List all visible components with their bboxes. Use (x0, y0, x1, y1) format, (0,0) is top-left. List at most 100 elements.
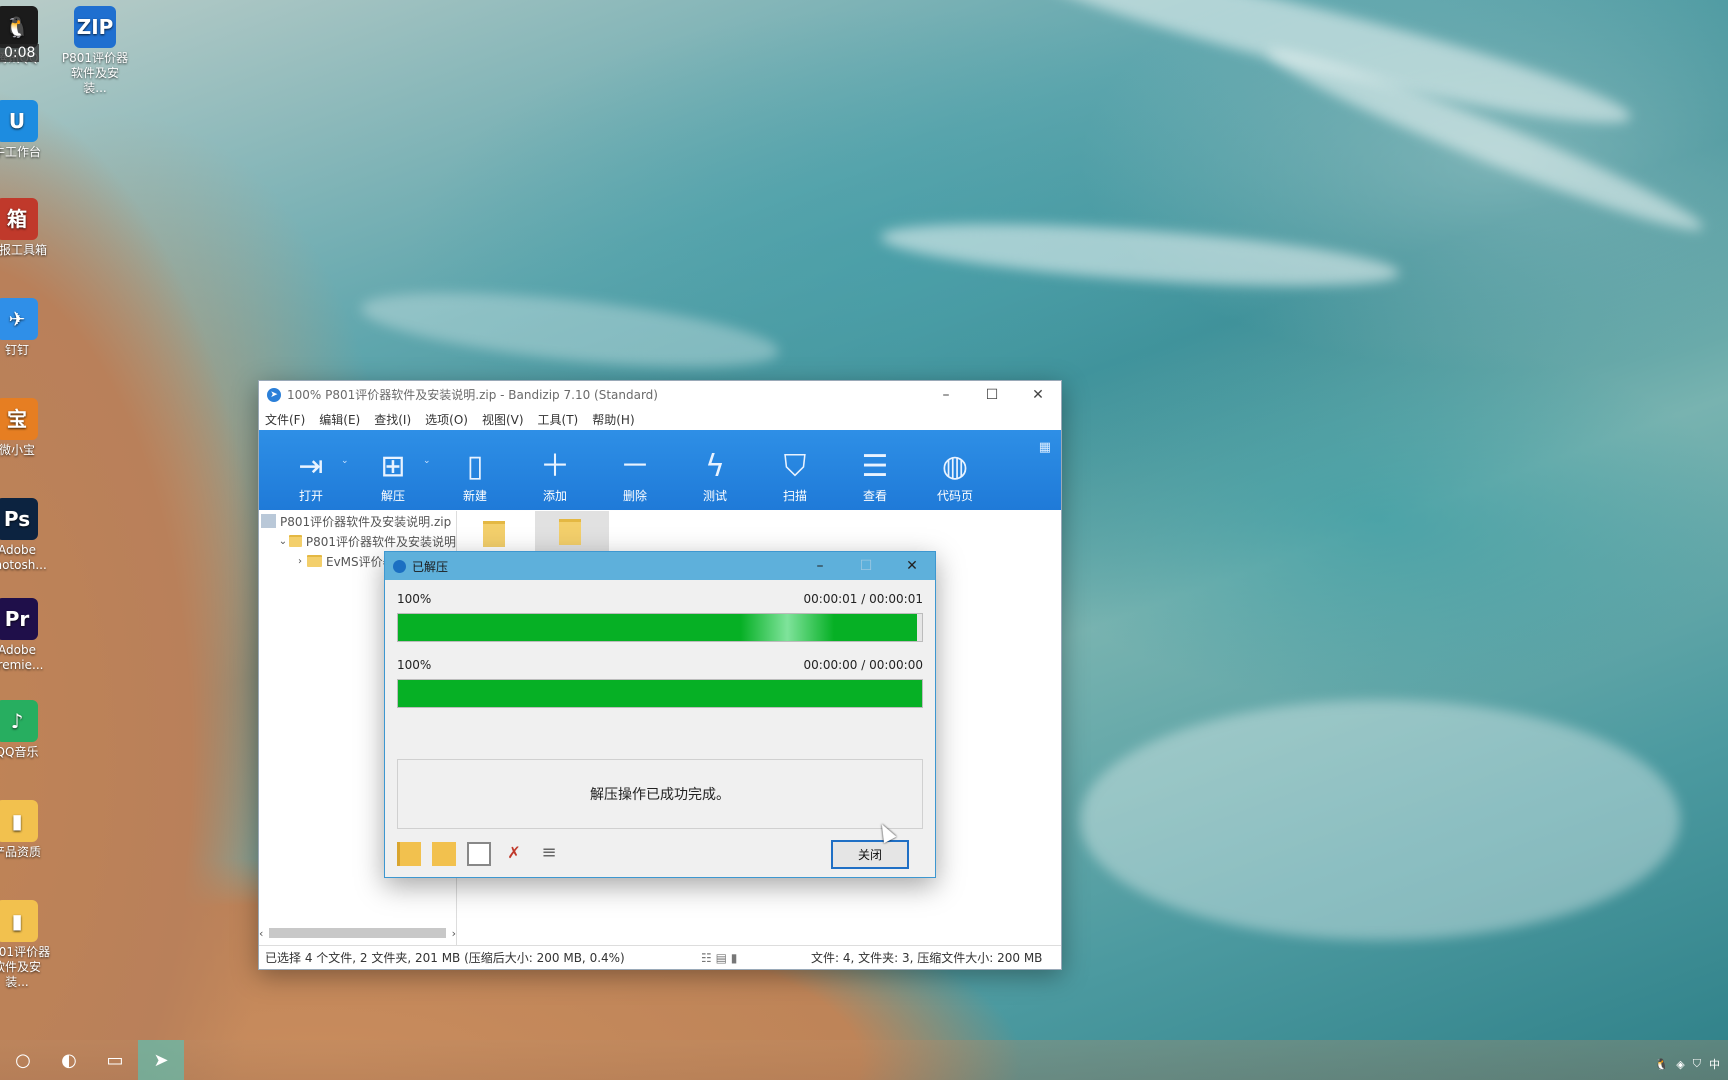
menu-item[interactable]: 查找(I) (374, 411, 411, 428)
menu-item[interactable]: 帮助(H) (592, 411, 634, 428)
desktop-icon-label: 钉钉 (4, 343, 29, 357)
taskbar: ○ ◐ ▭ ➤ 🐧 ◈ ⛉ 中 (0, 1040, 1728, 1080)
menu-item[interactable]: 视图(V) (482, 411, 524, 428)
menu-item[interactable]: 选项(O) (425, 411, 468, 428)
expand-toggle-icon[interactable]: ⌄ (277, 536, 289, 547)
folder-icon (289, 535, 302, 547)
minimize-button[interactable]: – (923, 381, 969, 408)
tree-node-label: P801评价器软件及安装说明 (305, 534, 456, 549)
close-button[interactable]: 关闭 (831, 839, 909, 869)
edge-icon[interactable]: ◐ (46, 1040, 92, 1080)
desktop-icon-label: 海报工具箱 (0, 243, 47, 257)
input-method-label[interactable]: 中 (1709, 1056, 1720, 1072)
tree-node[interactable]: ⌄ P801评价器软件及安装说明 (259, 531, 456, 551)
desktop-icon[interactable]: 宝微小宝 (0, 398, 52, 458)
dialog-minimize-button[interactable]: – (797, 558, 843, 574)
desktop-icon[interactable]: ♪ QQ音乐 (0, 700, 52, 760)
dialog-title: 已解压 (412, 559, 449, 574)
dialog-close-icon[interactable]: ✕ (889, 558, 935, 574)
toolbar-button[interactable]: ▯ 新建 (435, 430, 515, 510)
completion-message: 解压操作已成功完成。 (590, 787, 730, 803)
app-icon: ZIP (74, 6, 116, 48)
view-mode-icons[interactable]: ☷ ▤ ▮ (701, 951, 811, 965)
scroll-right-icon[interactable]: › (452, 927, 456, 940)
progress-1-labels: 100% 00:00:01 / 00:00:01 (397, 592, 923, 606)
list-icon: ☰ (861, 449, 889, 484)
folder-icon (307, 555, 322, 567)
menu-item[interactable]: 文件(F) (265, 411, 305, 428)
desktop-icon-label: 牛工作台 (0, 145, 41, 159)
close-window-button[interactable]: ✕ (1015, 381, 1061, 408)
desktop-icon-label: Adobe Photosh... (0, 543, 47, 572)
toolbar-button[interactable]: ⊞ 解压 (353, 430, 433, 510)
toolbar-button[interactable]: ⇥ 打开 (271, 430, 351, 510)
dropdown-arrow-icon[interactable]: ⌄ (423, 456, 435, 466)
folder-icon[interactable] (432, 842, 456, 866)
status-bar: 已选择 4 个文件, 2 文件夹, 201 MB (压缩后大小: 200 MB,… (259, 945, 1061, 969)
desktop-icon[interactable]: ✈ 钉钉 (0, 298, 52, 358)
menu-icon[interactable]: ≡ (537, 842, 561, 866)
desktop-icon[interactable]: Ps Adobe Photosh... (0, 498, 52, 573)
tree-node[interactable]: P801评价器软件及安装说明.zip (259, 511, 456, 531)
desktop-icon[interactable]: Pr Adobe Premie... (0, 598, 52, 673)
toolbar-button[interactable]: ϟ 测试 (675, 430, 755, 510)
horizontal-scrollbar[interactable]: ‹ › (259, 925, 456, 941)
app-icon: ▮ (0, 800, 38, 842)
toolbar: ⇥ 打开 ⌄ ⊞ 解压 ⌄ ▯ 新建 ＋ 添加 － 删除 ϟ 测试 ⛉ 扫描 ☰ 查看 ◍ 代码页 ▦ (259, 430, 1061, 510)
start-icon[interactable]: ○ (0, 1040, 46, 1080)
app-icon: U (0, 100, 38, 142)
selected-file-item[interactable] (535, 511, 609, 551)
open-folder-icon[interactable] (397, 842, 421, 866)
progress-1-time: 00:00:01 / 00:00:01 (803, 592, 923, 606)
scroll-thumb[interactable] (269, 928, 446, 938)
toolbar-button[interactable]: ＋ 添加 (515, 430, 595, 510)
shield-icon[interactable]: ⛉ (1693, 1057, 1701, 1071)
app-icon: Ps (0, 498, 38, 540)
desktop-icon[interactable]: ▮P801评价器软件及安装... (0, 900, 52, 990)
desktop-icon[interactable]: ▮ 产品资质 (0, 800, 52, 860)
completion-message-box: 解压操作已成功完成。 (397, 759, 923, 829)
desktop-icon[interactable]: U 牛工作台 (0, 100, 52, 160)
delete-archive-icon[interactable]: ✗ (502, 842, 526, 866)
bandizip-icon[interactable]: ➤ (138, 1040, 184, 1080)
dialog-footer: ✗ ≡ 关闭 (397, 839, 909, 869)
app-icon: ▮ (0, 900, 38, 942)
archive-status: 文件: 4, 文件夹: 3, 压缩文件大小: 200 MB (811, 951, 1043, 965)
toolbar-button[interactable]: ◍ 代码页 (915, 430, 995, 510)
dropdown-arrow-icon[interactable]: ⌄ (341, 456, 353, 466)
network-icon[interactable]: ◈ (1676, 1058, 1684, 1071)
desktop-icon[interactable]: ZIP P801评价器软件及安装... (60, 6, 130, 96)
qq-tray-icon[interactable]: 🐧 (1655, 1058, 1669, 1071)
menu-item[interactable]: 编辑(E) (319, 411, 360, 428)
desktop-icon-label: Adobe Premie... (0, 643, 44, 672)
desktop-icon-label: QQ音乐 (0, 745, 39, 759)
bandizip-logo-icon (393, 559, 406, 573)
toolbar-button-label: 新建 (462, 489, 487, 503)
folder-icon (559, 519, 581, 545)
progress-2-percent: 100% (397, 658, 432, 672)
system-tray[interactable]: 🐧 ◈ ⛉ 中 (1647, 1056, 1720, 1072)
expand-toggle-icon[interactable]: › (293, 556, 307, 567)
dialog-title-bar: 已解压 – ☐ ✕ (385, 552, 935, 580)
file-explorer-icon[interactable]: ▭ (92, 1040, 138, 1080)
maximize-button[interactable]: ☐ (969, 381, 1015, 408)
desktop-icon[interactable]: 箱海报工具箱 (0, 198, 52, 258)
bandizip-logo-icon: ➤ (267, 387, 281, 402)
dialog-maximize-button: ☐ (859, 558, 873, 574)
extract-icon: ⊞ (380, 449, 406, 484)
progress-2-labels: 100% 00:00:00 / 00:00:00 (397, 658, 923, 672)
menu-item[interactable]: 工具(T) (538, 411, 579, 428)
scroll-left-icon[interactable]: ‹ (259, 927, 263, 940)
selection-status: 已选择 4 个文件, 2 文件夹, 201 MB (压缩后大小: 200 MB,… (265, 951, 625, 965)
toolbar-button-label: 添加 (542, 489, 567, 503)
shield-icon: ⛉ (783, 449, 807, 484)
toolbar-button-label: 查看 (862, 489, 887, 503)
folder-icon[interactable] (483, 521, 505, 547)
toolbar-button[interactable]: － 删除 (595, 430, 675, 510)
toolbar-button[interactable]: ☰ 查看 (835, 430, 915, 510)
progress-bar-file (397, 679, 923, 708)
layout-grid-icon[interactable]: ▦ (1039, 440, 1051, 455)
desktop-icon-label: 产品资质 (0, 845, 41, 859)
copy-icon[interactable] (467, 842, 491, 866)
toolbar-button[interactable]: ⛉ 扫描 (755, 430, 835, 510)
